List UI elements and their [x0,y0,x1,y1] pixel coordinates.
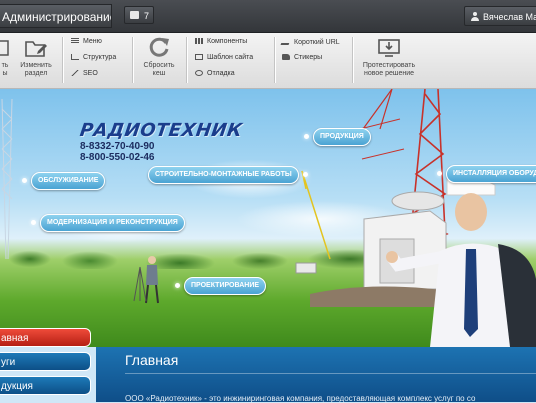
debug-clock-icon [195,70,203,76]
add-page-label-1: ть [1,62,9,69]
refresh-icon [149,37,169,57]
admin-tab[interactable]: Администрирование [0,4,112,28]
crane-graphic [301,170,331,260]
nav-item-products[interactable]: дукция [0,376,91,395]
seo-label: SEO [83,70,98,77]
menu-icon [71,38,79,44]
pill-design[interactable]: Проектирование [174,277,267,295]
toolbar-divider [132,37,134,83]
components-label: Компоненты [207,38,248,45]
test-new-solution-button[interactable]: Протестировать новое решение [358,37,420,78]
short-url-label: Короткий URL [294,39,340,46]
site-template-button[interactable]: Шаблон сайта [195,53,253,63]
notifications-count: 7 [144,11,150,21]
link-icon [280,37,292,45]
phone-number-2: 8-800-550-02-46 [80,152,155,163]
truck-graphic [295,262,317,274]
stickers-label: Стикеры [294,54,323,61]
reset-cache-button[interactable]: Сбросить кеш [138,35,180,78]
structure-button[interactable]: Структура [71,53,116,63]
site-logo[interactable]: РАДИОТЕХНИК [79,120,244,141]
folder-edit-icon [25,41,47,57]
sticker-icon [282,54,290,60]
pill-construction[interactable]: Строительно-монтажные работы [148,166,308,184]
pill-installation[interactable]: Инсталляция оборудо [437,165,536,183]
notification-icon [130,11,139,19]
structure-icon [71,54,79,60]
add-page-label-2: ы [2,70,8,77]
debug-button[interactable]: Отладка [195,69,235,79]
add-page-button[interactable]: ть ы [0,39,12,78]
user-name: Вячеслав Мас [483,12,536,22]
admin-top-bar: Администрирование 7 Вячеслав Мас [0,0,536,33]
nav-item-services[interactable]: уги [0,352,91,371]
short-url-button[interactable]: Короткий URL [280,37,340,47]
hero-banner: РАДИОТЕХНИК 8-8332-70-40-90 8-800-550-02… [0,89,536,347]
menu-button[interactable]: Меню [71,37,102,47]
nav-item-home[interactable]: авная [0,328,91,347]
site-template-label: Шаблон сайта [207,54,254,61]
notifications-button[interactable]: 7 [124,6,154,24]
user-menu-button[interactable]: Вячеслав Мас [464,6,536,26]
change-section-button[interactable]: Изменить раздел [14,37,58,78]
left-navigation: авная уги дукция [0,328,94,402]
template-icon [195,54,203,60]
stickers-button[interactable]: Стикеры [282,53,322,63]
test-solution-label-2: новое решение [363,70,415,77]
edit-page-icon [0,40,9,56]
debug-label: Отладка [207,70,235,77]
change-section-label-1: Изменить [20,62,52,69]
admin-toolbar: ть ы Изменить раздел Меню Структура SEO … [0,33,536,89]
title-divider [125,373,536,374]
components-button[interactable]: Компоненты [195,37,247,47]
reset-cache-label-2: кеш [152,70,166,77]
satellite-dish-graphic [391,191,445,211]
pill-modernization[interactable]: Модернизация и реконструкция [31,214,185,232]
reset-cache-label-1: Сбросить [143,62,175,69]
page-title: Главная [125,352,179,368]
change-section-label-2: раздел [24,70,48,77]
monitor-download-icon [378,39,400,57]
pill-products[interactable]: Продукция [304,128,371,146]
components-icon [195,38,203,44]
test-solution-label-1: Протестировать [362,62,416,69]
toolbar-divider [352,37,354,83]
seo-chart-icon [71,70,79,76]
equipment-container-graphic [363,210,447,290]
menu-label: Меню [83,38,102,45]
user-icon [471,12,479,21]
toolbar-divider [186,37,188,83]
toolbar-divider [62,37,64,83]
toolbar-divider [274,37,276,83]
surveyor-graphic [133,256,159,304]
pill-service[interactable]: Обслуживание [21,172,106,190]
left-tower-graphic [1,98,13,260]
structure-label: Структура [83,54,117,61]
phone-number-1: 8-8332-70-40-90 [80,141,155,152]
seo-button[interactable]: SEO [71,69,98,79]
